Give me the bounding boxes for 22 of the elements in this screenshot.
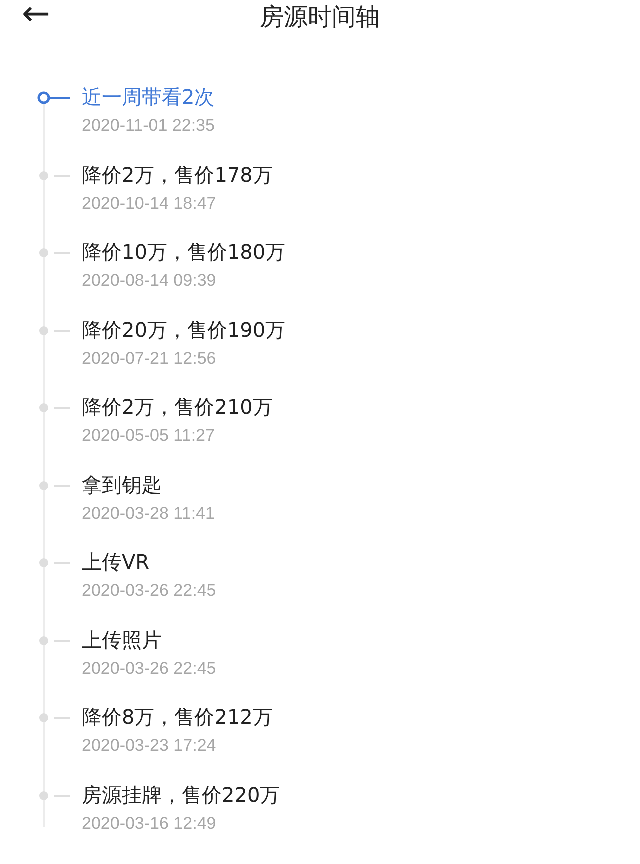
event-title: 上传VR xyxy=(82,549,151,576)
page-title: 房源时间轴 xyxy=(260,2,380,33)
event-time: 2020-10-14 18:47 xyxy=(82,192,218,214)
event-title: 近一周带看2次 xyxy=(82,84,216,111)
event-title: 降价2万，售价178万 xyxy=(82,162,274,188)
event-title: 降价20万，售价190万 xyxy=(82,316,287,344)
event-time: 2020-03-26 22:45 xyxy=(82,580,218,602)
event-time: 2020-11-01 22:35 xyxy=(82,115,216,137)
event-time: 2020-08-14 09:39 xyxy=(82,270,218,292)
event-title: 房源挂牌，售价220万 xyxy=(82,782,282,808)
event-time: 2020-03-28 11:41 xyxy=(82,502,216,524)
event-time: 2020-03-26 22:45 xyxy=(82,658,218,680)
event-title: 降价8万，售价212万 xyxy=(82,704,274,731)
event-time: 2020-07-21 12:56 xyxy=(82,348,218,370)
event-time: 2020-05-05 11:27 xyxy=(82,425,216,447)
event-title: 上传照片 xyxy=(82,626,163,654)
event-title: 拿到钥匙 xyxy=(82,472,163,498)
event-time: 2020-03-23 17:24 xyxy=(82,735,218,757)
event-title: 降价10万，售价180万 xyxy=(82,239,287,266)
back-button[interactable]: ← xyxy=(22,0,50,34)
event-title: 降价2万，售价210万 xyxy=(82,394,274,421)
event-time: 2020-03-16 12:49 xyxy=(82,812,218,834)
